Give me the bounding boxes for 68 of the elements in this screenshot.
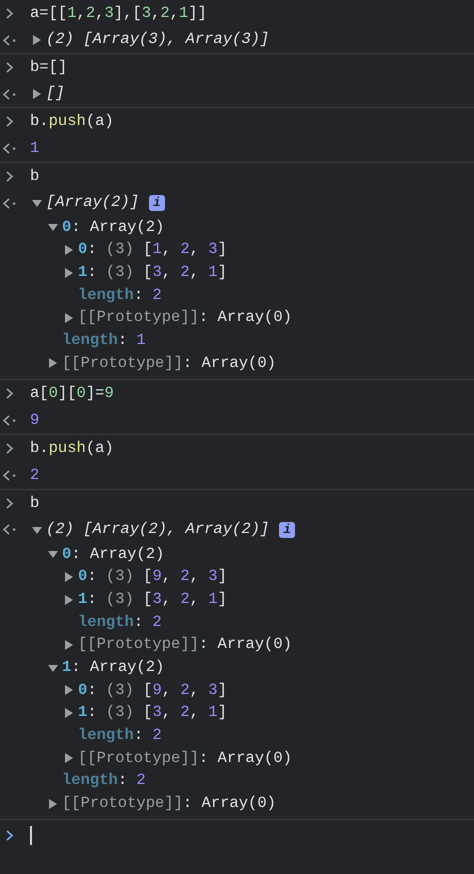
triangle-icon[interactable] <box>48 222 58 232</box>
triangle-icon[interactable] <box>64 245 74 256</box>
triangle-icon[interactable] <box>32 89 42 99</box>
prompt-icon <box>6 62 14 73</box>
property-row-text: 0: (3) [9, 2, 3] <box>78 566 227 588</box>
result-arrow-icon <box>3 88 17 100</box>
triangle-icon[interactable] <box>64 753 74 764</box>
prompt-icon <box>6 830 14 842</box>
property-row-text: 0: (3) [1, 2, 3] <box>78 239 227 260</box>
triangle-icon[interactable] <box>48 358 58 368</box>
triangle-icon[interactable] <box>64 594 74 605</box>
triangle-icon[interactable] <box>32 35 42 45</box>
property-row-text: 0: Array(2) <box>62 544 164 565</box>
result-arrow-icon <box>3 524 17 536</box>
property-row-text: length: 2 <box>78 612 162 633</box>
property-row-text: [[Prototype]]: Array(0) <box>78 307 292 328</box>
property-row-text: [[Prototype]]: Array(0) <box>62 352 276 374</box>
property-row-text: [[Prototype]]: Array(0) <box>78 748 292 769</box>
property-row-text: 1: (3) [3, 2, 1] <box>78 262 227 284</box>
result-arrow-icon <box>3 414 17 426</box>
triangle-icon[interactable] <box>48 549 58 560</box>
code-line: b <box>30 492 40 514</box>
triangle-icon[interactable] <box>64 640 74 650</box>
property-row-text: [[Prototype]]: Array(0) <box>62 793 276 814</box>
triangle-icon[interactable] <box>32 198 42 208</box>
code-line: b.push(a) <box>30 110 114 132</box>
result-arrow-icon <box>3 198 17 208</box>
array-summary: (2) [Array(3), Array(3)] <box>46 29 270 50</box>
result-arrow-icon <box>3 470 17 481</box>
prompt-icon <box>6 442 14 454</box>
prompt-icon <box>6 116 14 127</box>
result-value: 9 <box>30 410 40 431</box>
result-arrow-icon <box>3 143 17 154</box>
code-line: a[0][0]=9 <box>30 382 114 404</box>
property-row-text: 0: Array(2) <box>62 216 164 238</box>
code-line: a=[[1,2,3],[3,2,1]] <box>30 2 207 24</box>
prompt-icon <box>6 8 14 19</box>
prompt-icon <box>6 498 14 509</box>
code-line: b <box>30 166 40 187</box>
property-row-text: length: 2 <box>78 725 162 746</box>
triangle-icon[interactable] <box>48 662 58 673</box>
triangle-icon[interactable] <box>64 572 74 582</box>
triangle-icon[interactable] <box>48 798 58 809</box>
result-value: 2 <box>30 464 40 486</box>
property-row-text: 0: (3) [9, 2, 3] <box>78 680 227 701</box>
info-badge[interactable]: i <box>279 522 296 538</box>
triangle-icon[interactable] <box>64 313 74 324</box>
triangle-icon[interactable] <box>64 708 74 718</box>
info-badge[interactable]: i <box>149 195 165 211</box>
property-row-text: 1: (3) [3, 2, 1] <box>78 588 227 610</box>
array-summary[interactable]: (2) [Array(2), Array(2)] <box>46 518 270 542</box>
code-line: b.push(a) <box>30 438 114 459</box>
triangle-icon[interactable] <box>64 268 74 278</box>
array-summary[interactable]: [Array(2)] <box>46 191 140 215</box>
prompt-icon <box>6 171 14 182</box>
array-summary: [] <box>46 83 65 104</box>
triangle-icon[interactable] <box>64 685 74 696</box>
property-row-text: length: 2 <box>78 284 162 306</box>
property-row-text: [[Prototype]]: Array(0) <box>78 634 292 656</box>
triangle-icon[interactable] <box>32 524 42 535</box>
property-row-text: length: 2 <box>62 770 146 792</box>
result-value: 1 <box>30 138 40 159</box>
result-arrow-icon <box>3 34 17 46</box>
prompt-icon <box>6 388 14 399</box>
property-row-text: 1: (3) [3, 2, 1] <box>78 702 227 724</box>
property-row-text: 1: Array(2) <box>62 656 164 678</box>
code-line: b=[] <box>30 56 68 78</box>
property-row-text: length: 1 <box>62 330 146 352</box>
